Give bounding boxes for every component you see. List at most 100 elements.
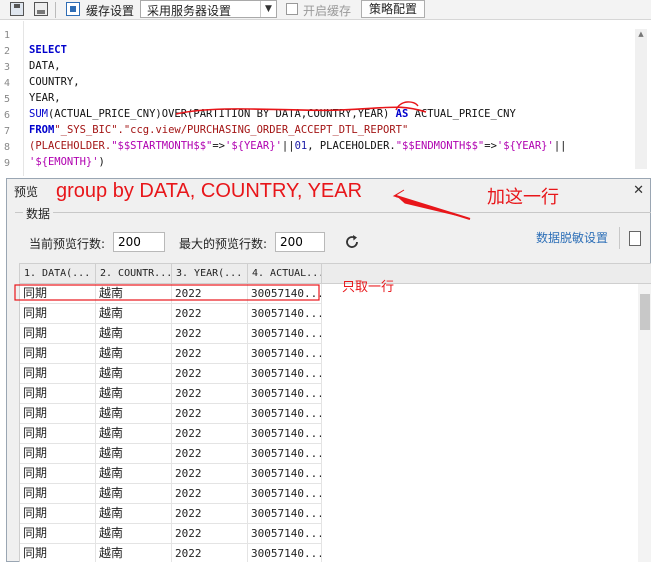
- table-row[interactable]: 同期越南202230057140....: [20, 384, 322, 404]
- cell-year[interactable]: 2022: [172, 404, 248, 424]
- line-number: 6: [4, 110, 11, 121]
- cell-country[interactable]: 越南: [96, 404, 172, 424]
- cell-year[interactable]: 2022: [172, 464, 248, 484]
- table-row[interactable]: 同期越南202230057140....: [20, 344, 322, 364]
- column-header-country[interactable]: 2. COUNTR...: [96, 264, 172, 284]
- close-icon[interactable]: ✕: [633, 183, 644, 198]
- cell-country[interactable]: 越南: [96, 304, 172, 324]
- cell-country[interactable]: 越南: [96, 504, 172, 524]
- refresh-icon[interactable]: [343, 233, 361, 251]
- cell-country[interactable]: 越南: [96, 384, 172, 404]
- cell-data[interactable]: 同期: [20, 384, 96, 404]
- save-icon[interactable]: [10, 2, 24, 16]
- cell-data[interactable]: 同期: [20, 464, 96, 484]
- cell-country[interactable]: 越南: [96, 464, 172, 484]
- column-header-year[interactable]: 3. YEAR(...: [172, 264, 248, 284]
- cell-actual[interactable]: 30057140....: [248, 544, 322, 562]
- cell-country[interactable]: 越南: [96, 544, 172, 562]
- cell-data[interactable]: 同期: [20, 284, 96, 304]
- cell-year[interactable]: 2022: [172, 324, 248, 344]
- cell-year[interactable]: 2022: [172, 444, 248, 464]
- current-rows-input[interactable]: [113, 232, 165, 252]
- scroll-up-icon[interactable]: ▲: [636, 29, 646, 39]
- document-search-icon[interactable]: [629, 231, 641, 246]
- cell-year[interactable]: 2022: [172, 344, 248, 364]
- cell-year[interactable]: 2022: [172, 484, 248, 504]
- line-number: 4: [4, 78, 11, 89]
- table-row[interactable]: 同期越南202230057140....: [20, 404, 322, 424]
- cell-actual[interactable]: 30057140....: [248, 344, 322, 364]
- code-line-select: SELECT: [29, 44, 67, 56]
- enable-cache-checkbox[interactable]: [286, 3, 298, 15]
- cell-year[interactable]: 2022: [172, 284, 248, 304]
- table-row[interactable]: 同期越南202230057140....: [20, 284, 322, 304]
- cell-actual[interactable]: 30057140....: [248, 504, 322, 524]
- cell-actual[interactable]: 30057140....: [248, 404, 322, 424]
- cell-country[interactable]: 越南: [96, 484, 172, 504]
- column-header-actual[interactable]: 4. ACTUAL...: [248, 264, 322, 284]
- cell-actual[interactable]: 30057140....: [248, 304, 322, 324]
- sql-editor[interactable]: 1 2 3 4 5 6 7 8 9 SELECT DATA, COUNTRY, …: [0, 21, 651, 176]
- cell-actual[interactable]: 30057140....: [248, 424, 322, 444]
- table-row[interactable]: 同期越南202230057140....: [20, 544, 322, 562]
- cell-data[interactable]: 同期: [20, 364, 96, 384]
- cell-actual[interactable]: 30057140....: [248, 524, 322, 544]
- save-as-icon[interactable]: [34, 2, 48, 16]
- cell-actual[interactable]: 30057140....: [248, 484, 322, 504]
- cell-actual[interactable]: 30057140....: [248, 444, 322, 464]
- chevron-down-icon[interactable]: ▼: [260, 1, 276, 17]
- cell-actual[interactable]: 30057140....: [248, 324, 322, 344]
- cell-country[interactable]: 越南: [96, 284, 172, 304]
- cell-data[interactable]: 同期: [20, 484, 96, 504]
- table-row[interactable]: 同期越南202230057140....: [20, 464, 322, 484]
- cell-actual[interactable]: 30057140....: [248, 464, 322, 484]
- code-token: ||: [281, 140, 295, 152]
- cell-year[interactable]: 2022: [172, 304, 248, 324]
- cell-year[interactable]: 2022: [172, 364, 248, 384]
- column-header-data[interactable]: 1. DATA(...: [20, 264, 96, 284]
- cell-data[interactable]: 同期: [20, 304, 96, 324]
- cell-data[interactable]: 同期: [20, 444, 96, 464]
- result-grid[interactable]: 1. DATA(... 2. COUNTR... 3. YEAR(... 4. …: [19, 263, 651, 562]
- cell-data[interactable]: 同期: [20, 404, 96, 424]
- cell-data[interactable]: 同期: [20, 424, 96, 444]
- cell-country[interactable]: 越南: [96, 344, 172, 364]
- table-row[interactable]: 同期越南202230057140....: [20, 504, 322, 524]
- data-masking-settings-link[interactable]: 数据脱敏设置: [536, 229, 608, 246]
- cell-country[interactable]: 越南: [96, 364, 172, 384]
- cell-country[interactable]: 越南: [96, 524, 172, 544]
- cell-country[interactable]: 越南: [96, 424, 172, 444]
- cell-country[interactable]: 越南: [96, 324, 172, 344]
- strategy-config-button[interactable]: 策略配置: [361, 0, 425, 18]
- cell-data[interactable]: 同期: [20, 544, 96, 562]
- table-row[interactable]: 同期越南202230057140....: [20, 444, 322, 464]
- cell-year[interactable]: 2022: [172, 504, 248, 524]
- code-token-over-struck: OVER(PARTITION BY DATA,COUNTRY,YEAR): [161, 108, 390, 120]
- table-row[interactable]: 同期越南202230057140....: [20, 364, 322, 384]
- cell-data[interactable]: 同期: [20, 344, 96, 364]
- table-row[interactable]: 同期越南202230057140....: [20, 324, 322, 344]
- grid-scrollbar-thumb[interactable]: [640, 294, 650, 330]
- cell-actual[interactable]: 30057140....: [248, 284, 322, 304]
- table-row[interactable]: 同期越南202230057140....: [20, 524, 322, 544]
- cell-year[interactable]: 2022: [172, 544, 248, 562]
- line-number: 2: [4, 46, 11, 57]
- cell-year[interactable]: 2022: [172, 424, 248, 444]
- cell-year[interactable]: 2022: [172, 524, 248, 544]
- code-token: , PLACEHOLDER.: [307, 140, 396, 152]
- cache-mode-select[interactable]: 采用服务器设置 ▼: [140, 0, 277, 18]
- cell-country[interactable]: 越南: [96, 444, 172, 464]
- cell-actual[interactable]: 30057140....: [248, 364, 322, 384]
- cell-data[interactable]: 同期: [20, 324, 96, 344]
- table-row[interactable]: 同期越南202230057140....: [20, 424, 322, 444]
- table-row[interactable]: 同期越南202230057140....: [20, 304, 322, 324]
- grid-scrollbar[interactable]: [638, 284, 651, 562]
- cell-actual[interactable]: 30057140....: [248, 384, 322, 404]
- cell-data[interactable]: 同期: [20, 524, 96, 544]
- editor-scrollbar[interactable]: ▲: [635, 29, 647, 169]
- max-rows-input[interactable]: [275, 232, 325, 252]
- cache-mode-value: 采用服务器设置: [147, 4, 232, 18]
- table-row[interactable]: 同期越南202230057140....: [20, 484, 322, 504]
- cell-data[interactable]: 同期: [20, 504, 96, 524]
- cell-year[interactable]: 2022: [172, 384, 248, 404]
